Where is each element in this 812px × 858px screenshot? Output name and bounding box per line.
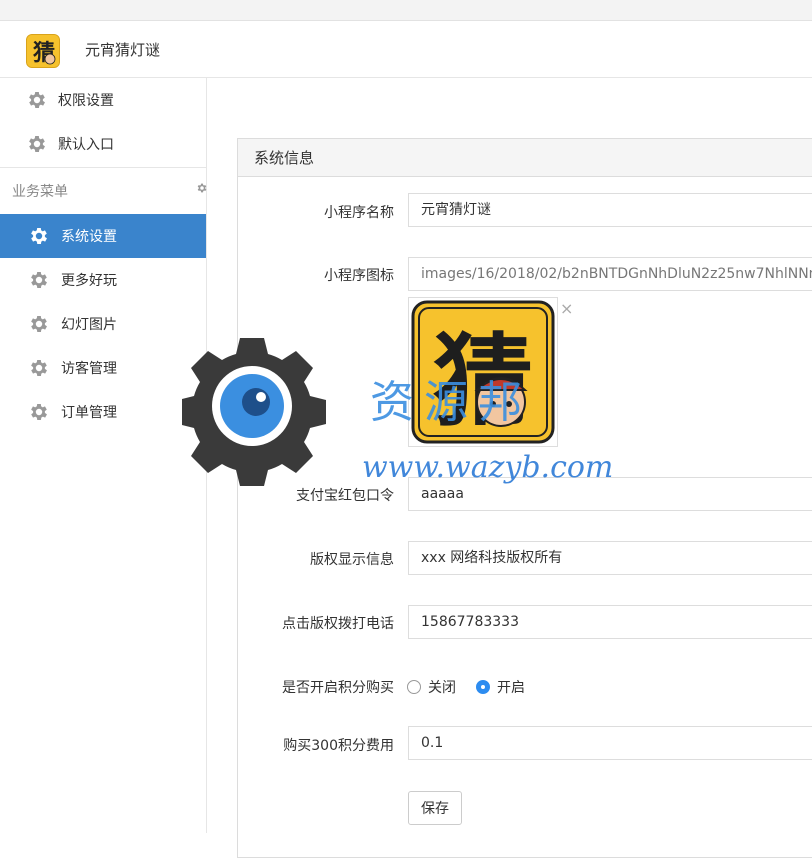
points-fee-label: 购买300积分费用 xyxy=(283,738,394,754)
sidebar-item-label: 权限设置 xyxy=(58,93,114,109)
phone-input[interactable]: 15867783333 xyxy=(408,605,812,639)
sidebar-item-visitors[interactable]: 访客管理 xyxy=(0,346,206,390)
phone-label: 点击版权拨打电话 xyxy=(282,616,394,632)
radio-off-circle[interactable] xyxy=(407,680,421,694)
sidebar-item-default-entry[interactable]: 默认入口 xyxy=(0,122,206,166)
points-buy-radio-group: 关闭 开启 xyxy=(407,677,545,697)
points-fee-input[interactable]: 0.1 xyxy=(408,726,812,760)
radio-on-label: 开启 xyxy=(497,680,525,696)
app-icon-label: 小程序图标 xyxy=(324,268,394,284)
svg-text:猜: 猜 xyxy=(433,323,533,440)
points-buy-label: 是否开启积分购买 xyxy=(282,680,394,696)
gear-icon xyxy=(31,272,47,288)
sidebar-item-orders[interactable]: 订单管理 xyxy=(0,390,206,434)
sidebar-item-label: 订单管理 xyxy=(61,405,117,421)
system-info-panel: 系统信息 小程序名称 元宵猜灯谜 小程序图标 images/16/2018/02… xyxy=(237,138,812,858)
gear-icon xyxy=(31,360,47,376)
alipay-label: 支付宝红包口令 xyxy=(296,488,394,504)
sidebar-item-more-fun[interactable]: 更多好玩 xyxy=(0,258,206,302)
copyright-label: 版权显示信息 xyxy=(310,552,394,568)
panel-title: 系统信息 xyxy=(238,139,812,177)
sidebar-item-label: 默认入口 xyxy=(58,137,114,153)
radio-off[interactable]: 关闭 xyxy=(407,677,456,697)
sidebar-item-permissions[interactable]: 权限设置 xyxy=(0,78,206,122)
app-name-label: 小程序名称 xyxy=(324,205,394,221)
sidebar-item-slides[interactable]: 幻灯图片 xyxy=(0,302,206,346)
app-logo: 猜 xyxy=(26,34,60,68)
app-header: 猜 元宵猜灯谜 xyxy=(0,21,812,78)
alipay-input[interactable]: aaaaa xyxy=(408,477,812,511)
radio-on-circle[interactable] xyxy=(476,680,490,694)
radio-on[interactable]: 开启 xyxy=(476,677,525,697)
gear-icon xyxy=(31,316,47,332)
copyright-input[interactable]: xxx 网络科技版权所有 xyxy=(408,541,812,575)
radio-off-label: 关闭 xyxy=(428,680,456,696)
gear-icon xyxy=(29,92,45,108)
app-title: 元宵猜灯谜 xyxy=(85,41,161,59)
gear-icon xyxy=(31,228,47,244)
sidebar-section-title: 业务菜单 xyxy=(12,184,68,200)
app-icon-image: 猜 xyxy=(411,300,555,444)
remove-image-icon[interactable]: × xyxy=(560,299,573,318)
gear-icon xyxy=(31,404,47,420)
gear-icon xyxy=(29,136,45,152)
sidebar-item-system-settings[interactable]: 系统设置 xyxy=(0,214,206,258)
browser-top-strip xyxy=(0,0,812,21)
sidebar-item-label: 更多好玩 xyxy=(61,273,117,289)
sidebar-item-label: 访客管理 xyxy=(61,361,117,377)
sidebar-divider xyxy=(0,167,206,168)
sidebar: 权限设置 默认入口 业务菜单 系统设置 更多好玩 幻灯图片 访客管理 订单管理 xyxy=(0,78,207,833)
sidebar-item-label: 幻灯图片 xyxy=(61,317,117,333)
logo-image: 猜 xyxy=(27,35,59,67)
app-icon-path-input[interactable]: images/16/2018/02/b2nBNTDGnNhDluN2z25nw7… xyxy=(408,257,812,291)
sidebar-item-label: 系统设置 xyxy=(61,229,117,245)
app-icon-preview: 猜 xyxy=(408,297,558,447)
gear-icon[interactable] xyxy=(196,182,208,194)
save-button[interactable]: 保存 xyxy=(408,791,462,825)
app-name-input[interactable]: 元宵猜灯谜 xyxy=(408,193,812,227)
